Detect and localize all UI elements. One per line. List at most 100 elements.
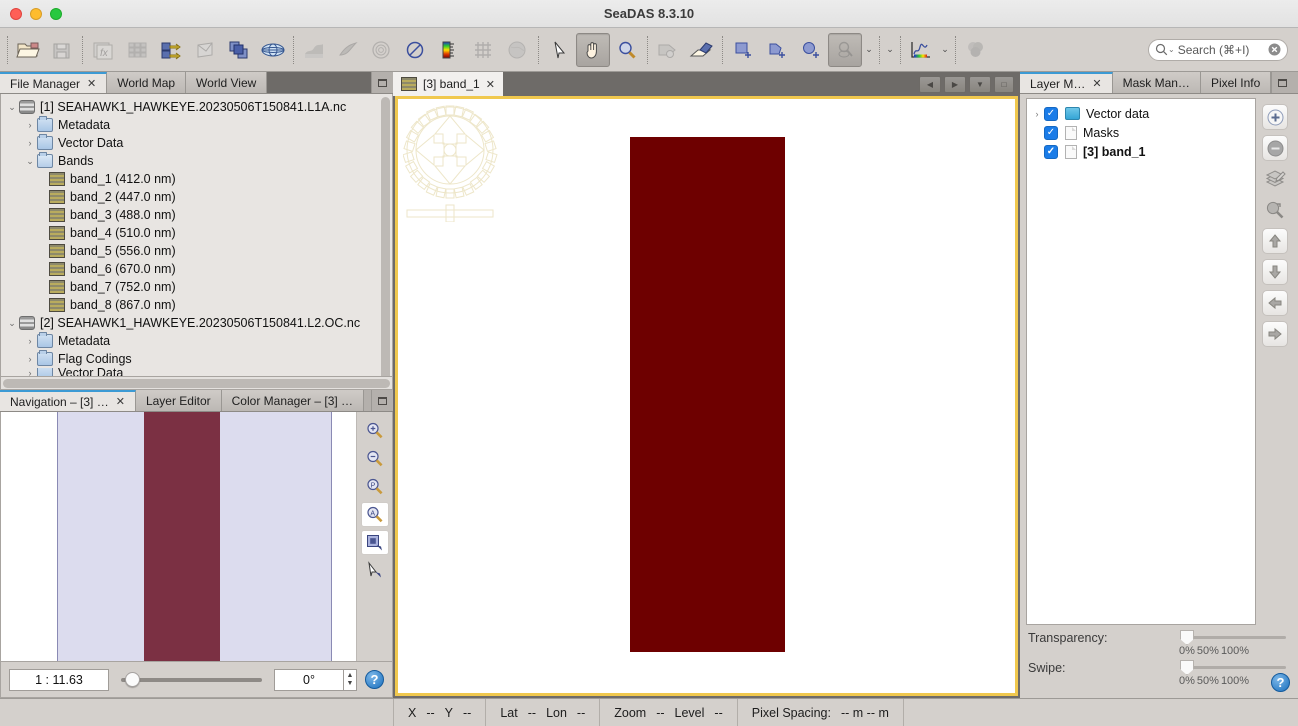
open-layer-editor-icon[interactable] xyxy=(1262,166,1288,192)
tab-mask-manager[interactable]: Mask Man… xyxy=(1112,72,1201,93)
help-button[interactable]: ? xyxy=(365,670,384,689)
pan-hand-icon[interactable] xyxy=(576,32,610,67)
image-canvas[interactable] xyxy=(395,96,1018,696)
tree-row[interactable]: band_5 (556.0 nm) xyxy=(1,242,392,260)
land-mask-icon[interactable] xyxy=(297,33,331,67)
tree-row[interactable]: ⌄ [1] SEAHAWK1_HAWKEYE.20230506T150841.L… xyxy=(1,98,392,116)
tree-row[interactable]: band_7 (752.0 nm) xyxy=(1,278,392,296)
close-icon[interactable]: ✕ xyxy=(87,77,96,90)
rotation-field[interactable]: 0° xyxy=(274,668,344,691)
scrollbar-thumb[interactable] xyxy=(381,97,390,376)
sync-views-icon[interactable] xyxy=(360,530,389,555)
tab-world-view[interactable]: World View xyxy=(186,72,268,93)
tab-layer-manager[interactable]: Layer M… ✕ xyxy=(1020,72,1113,93)
maximize-view-button[interactable]: □ xyxy=(994,75,1014,93)
slider-knob[interactable] xyxy=(125,672,140,687)
tree-row[interactable]: ⌄ Bands xyxy=(1,152,392,170)
expand-twisty-icon[interactable]: ⌄ xyxy=(5,102,19,113)
layer-visibility-checkbox[interactable]: ✓ xyxy=(1044,106,1058,121)
tree-row[interactable]: › Flag Codings xyxy=(1,350,392,368)
product-tree-panel[interactable]: ⌄ [1] SEAHAWK1_HAWKEYE.20230506T150841.L… xyxy=(0,94,393,377)
layer-row[interactable]: ✓ Masks xyxy=(1027,123,1255,142)
no-data-icon[interactable] xyxy=(399,33,433,67)
tab-file-manager[interactable]: File Manager ✕ xyxy=(0,72,108,93)
rectangle-drawing-icon[interactable] xyxy=(726,33,760,67)
save-product-icon[interactable] xyxy=(45,33,79,67)
expand-twisty-icon[interactable]: › xyxy=(23,120,37,130)
close-icon[interactable]: ✕ xyxy=(116,395,125,408)
tree-row[interactable]: › Vector Data xyxy=(1,134,392,152)
tab-navigation[interactable]: Navigation – [3] … ✕ xyxy=(0,390,136,411)
search-input[interactable]: ⌄ Search (⌘+I) xyxy=(1148,38,1288,61)
tab-band-1-view[interactable]: [3] band_1 ✕ xyxy=(393,72,503,96)
zoom-to-layer-icon[interactable] xyxy=(1262,197,1288,223)
collocate-icon[interactable] xyxy=(222,33,256,67)
pan-compass-icon[interactable] xyxy=(403,102,503,222)
zoom-in-icon[interactable] xyxy=(361,418,389,443)
sst-icon[interactable] xyxy=(365,33,399,67)
toolbar-overflow-icon[interactable]: ⌄ xyxy=(938,33,952,67)
layer-visibility-checkbox[interactable]: ✓ xyxy=(1044,125,1058,140)
tree-row[interactable]: band_4 (510.0 nm) xyxy=(1,224,392,242)
polygon-drawing-icon[interactable] xyxy=(760,33,794,67)
tree-row[interactable]: › Metadata xyxy=(1,116,392,134)
layer-row[interactable]: › ✓ Vector data xyxy=(1027,104,1255,123)
magic-wand-icon[interactable] xyxy=(828,32,862,67)
expand-twisty-icon[interactable]: › xyxy=(23,138,37,148)
band-image-raster[interactable] xyxy=(630,137,785,652)
expand-twisty-icon[interactable]: › xyxy=(23,336,37,346)
colour-manipulation-icon[interactable] xyxy=(904,33,938,67)
scroll-left-button[interactable]: ◀ xyxy=(919,75,941,93)
remove-layer-icon[interactable] xyxy=(1262,135,1288,161)
move-layer-right-icon[interactable] xyxy=(1262,321,1288,347)
layer-visibility-checkbox[interactable]: ✓ xyxy=(1044,144,1058,159)
gcp-placing-icon[interactable] xyxy=(685,33,719,67)
layer-list[interactable]: › ✓ Vector data ✓ Masks ✓ [3] band_1 xyxy=(1026,98,1256,625)
slider-knob[interactable] xyxy=(1180,630,1194,645)
close-icon[interactable]: ✕ xyxy=(1092,77,1101,90)
tab-list-button[interactable]: ▼ xyxy=(969,75,991,93)
tree-row[interactable]: ⌄ [2] SEAHAWK1_HAWKEYE.20230506T150841.L… xyxy=(1,314,392,332)
expand-twisty-icon[interactable]: › xyxy=(23,354,37,364)
swipe-slider[interactable] xyxy=(1178,659,1290,675)
tab-color-manager[interactable]: Color Manager – [3] … xyxy=(221,390,365,411)
world-map-overlay-icon[interactable] xyxy=(501,33,535,67)
grid-icon[interactable] xyxy=(120,33,154,67)
stepper-arrows[interactable]: ▲ ▼ xyxy=(344,668,357,691)
selection-arrow-icon[interactable] xyxy=(542,33,576,67)
tree-row[interactable]: › Vector Data xyxy=(1,368,392,376)
tree-row[interactable]: band_3 (488.0 nm) xyxy=(1,206,392,224)
transparency-slider[interactable] xyxy=(1178,629,1290,645)
tab-layer-editor[interactable]: Layer Editor xyxy=(135,390,222,411)
toolbar-overflow-icon[interactable]: ⌄ xyxy=(862,33,876,67)
maximize-window-button[interactable] xyxy=(50,7,62,20)
tree-row[interactable]: band_8 (867.0 nm) xyxy=(1,296,392,314)
zoom-all-icon[interactable]: A xyxy=(360,502,389,527)
layer-row[interactable]: ✓ [3] band_1 xyxy=(1027,142,1255,161)
move-layer-up-icon[interactable] xyxy=(1262,228,1288,254)
toolbar-overflow-icon[interactable]: ⌄ xyxy=(883,33,897,67)
add-layer-icon[interactable] xyxy=(1262,104,1288,130)
zoom-pixel-icon[interactable]: P xyxy=(361,474,389,499)
help-button[interactable]: ? xyxy=(1271,673,1290,692)
ellipse-drawing-icon[interactable] xyxy=(794,33,828,67)
pin-placing-icon[interactable] xyxy=(651,33,685,67)
tree-row[interactable]: band_1 (412.0 nm) xyxy=(1,170,392,188)
navigation-thumbnail[interactable] xyxy=(1,412,356,661)
zoom-magnifier-icon[interactable] xyxy=(610,33,644,67)
color-bar-icon[interactable] xyxy=(433,33,467,67)
minimize-panel-button[interactable] xyxy=(371,72,393,93)
minimize-panel-button[interactable] xyxy=(371,390,393,411)
globe-mesh-icon[interactable] xyxy=(256,33,290,67)
move-layer-down-icon[interactable] xyxy=(1262,259,1288,285)
move-layer-left-icon[interactable] xyxy=(1262,290,1288,316)
zoom-out-icon[interactable] xyxy=(361,446,389,471)
zoom-slider[interactable] xyxy=(117,670,266,690)
tab-pixel-info[interactable]: Pixel Info xyxy=(1200,72,1272,93)
close-window-button[interactable] xyxy=(10,7,22,20)
collapse-twisty-icon[interactable]: ⌄ xyxy=(23,156,37,167)
tree-row[interactable]: band_6 (670.0 nm) xyxy=(1,260,392,278)
ocean-color-icon[interactable] xyxy=(331,33,365,67)
tree-vertical-scrollbar[interactable] xyxy=(381,97,390,376)
expand-twisty-icon[interactable]: › xyxy=(23,368,37,376)
